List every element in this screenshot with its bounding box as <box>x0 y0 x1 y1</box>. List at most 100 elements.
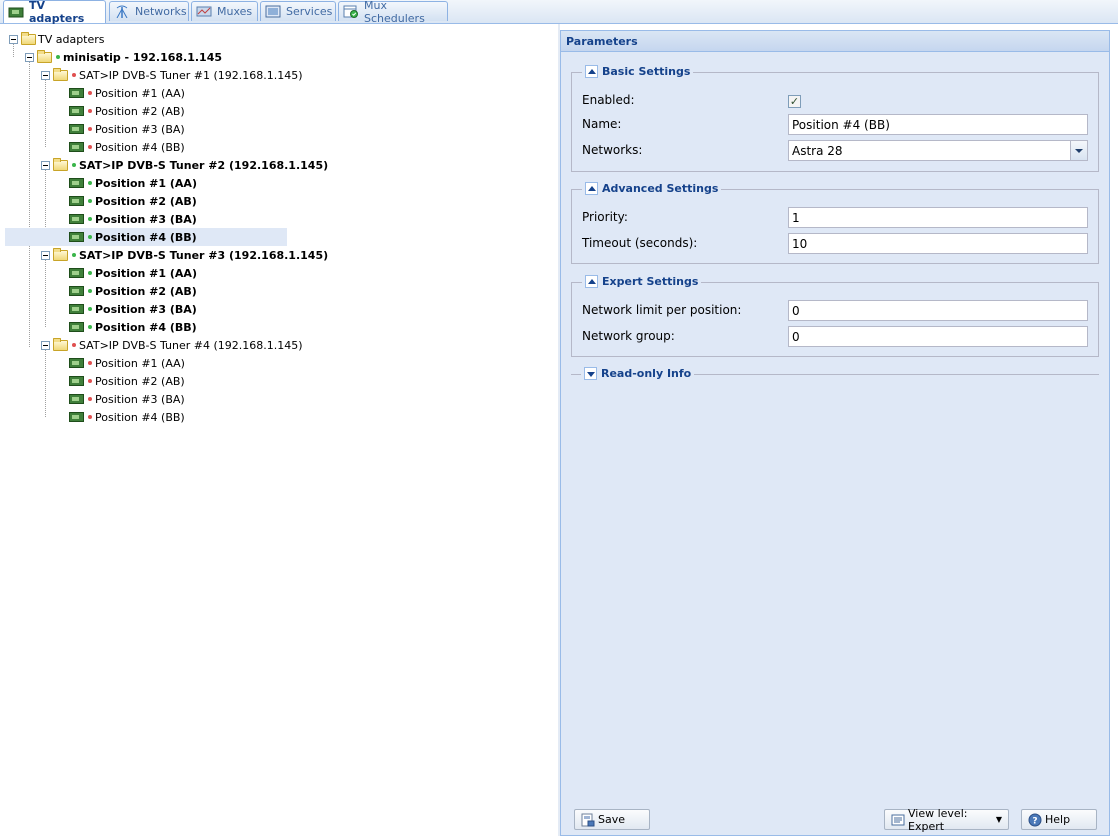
save-button[interactable]: Save <box>574 809 650 830</box>
tree-tuner-4[interactable]: SAT>IP DVB-S Tuner #4 (192.168.1.145) <box>41 336 303 354</box>
view-level-button[interactable]: View level: Expert ▼ <box>884 806 1009 833</box>
advanced-settings-legend: Advanced Settings <box>582 182 722 195</box>
legend-label: Advanced Settings <box>602 182 719 195</box>
status-dot-icon <box>88 109 92 113</box>
network-group-input[interactable] <box>788 326 1088 347</box>
tree-position[interactable]: Position #2 (AB) <box>69 372 185 390</box>
tree-position[interactable]: Position #1 (AA) <box>69 354 185 372</box>
tab-label: Muxes <box>217 5 253 18</box>
status-dot-icon <box>88 217 92 221</box>
adapter-card-icon <box>69 232 84 242</box>
tree-node-label: Position #1 (AA) <box>95 266 197 280</box>
collapse-icon[interactable] <box>25 52 34 62</box>
tree-position[interactable]: Position #3 (BA) <box>69 120 185 138</box>
tree-node-label: Position #4 (BB) <box>95 140 185 154</box>
status-dot-icon <box>72 343 76 347</box>
tab-networks[interactable]: Networks <box>109 1 189 21</box>
tree-position[interactable]: Position #3 (BA) <box>69 390 185 408</box>
tree-guide <box>45 349 46 417</box>
folder-icon <box>53 247 68 261</box>
adapter-card-icon <box>69 178 84 188</box>
tab-services[interactable]: Services <box>260 1 336 21</box>
tab-mux-schedulers[interactable]: Mux Schedulers <box>338 0 448 25</box>
help-button[interactable]: ? Help <box>1021 809 1097 830</box>
status-dot-icon <box>88 127 92 131</box>
adapter-tree: TV adapters minisatip - 192.168.1.145 SA… <box>0 24 558 836</box>
readonly-info-legend[interactable]: Read-only Info <box>581 367 695 380</box>
tab-tv-adapters[interactable]: TV adapters <box>3 0 106 25</box>
timeout-input[interactable] <box>788 233 1088 254</box>
tree-position[interactable]: Position #4 (BB) <box>69 138 185 156</box>
tree-position[interactable]: Position #1 (AA) <box>69 264 197 282</box>
tree-position[interactable]: Position #3 (BA) <box>69 210 197 228</box>
adapter-card-icon <box>69 106 84 116</box>
tree-node-label: Position #4 (BB) <box>95 320 197 334</box>
expand-down-icon[interactable] <box>584 367 597 380</box>
enabled-label: Enabled: <box>582 93 635 107</box>
basic-settings-legend: Basic Settings <box>582 65 694 78</box>
tree-node-label: Position #3 (BA) <box>95 122 185 136</box>
muxes-icon <box>196 5 212 18</box>
tree-position[interactable]: Position #2 (AB) <box>69 192 197 210</box>
status-dot-icon <box>88 235 92 239</box>
tree-position[interactable]: Position #1 (AA) <box>69 174 197 192</box>
adapter-card-icon <box>69 142 84 152</box>
tree-position[interactable]: Position #4 (BB) <box>69 318 197 336</box>
name-label: Name: <box>582 117 622 131</box>
adapter-card-icon <box>69 196 84 206</box>
tree-position[interactable]: Position #1 (AA) <box>69 84 185 102</box>
adapter-card-icon <box>69 88 84 98</box>
tab-label: Networks <box>135 5 187 18</box>
antenna-icon <box>114 5 130 19</box>
folder-icon <box>53 337 68 351</box>
networks-combo[interactable]: Astra 28 <box>788 140 1088 161</box>
tree-node-label: Position #2 (AB) <box>95 374 185 388</box>
expert-settings-fieldset: Expert Settings Network limit per positi… <box>571 275 1099 357</box>
button-label: Save <box>598 813 626 826</box>
adapter-card-icon <box>69 214 84 224</box>
tree-position[interactable]: Position #2 (AB) <box>69 282 197 300</box>
collapse-icon[interactable] <box>41 340 50 350</box>
status-dot-icon <box>88 289 92 293</box>
tree-node-label: SAT>IP DVB-S Tuner #2 (192.168.1.145) <box>79 158 329 172</box>
dropdown-arrow-icon[interactable] <box>1070 141 1087 160</box>
priority-input[interactable] <box>788 207 1088 228</box>
tv-adapter-icon <box>8 6 24 19</box>
tree-tuner-3[interactable]: SAT>IP DVB-S Tuner #3 (192.168.1.145) <box>41 246 328 264</box>
tab-label: Services <box>286 5 333 18</box>
collapse-icon[interactable] <box>41 70 50 80</box>
tree-position[interactable]: Position #2 (AB) <box>69 102 185 120</box>
collapse-icon[interactable] <box>9 34 18 44</box>
tree-position-selected[interactable]: Position #4 (BB) <box>5 228 287 246</box>
tree-root[interactable]: TV adapters <box>9 30 105 48</box>
services-icon <box>265 5 281 18</box>
network-limit-input[interactable] <box>788 300 1088 321</box>
tree-position[interactable]: Position #3 (BA) <box>69 300 197 318</box>
button-label: View level: Expert <box>908 806 968 833</box>
name-input[interactable] <box>788 114 1088 135</box>
status-dot-icon <box>72 253 76 257</box>
adapter-card-icon <box>69 358 84 368</box>
enabled-checkbox[interactable]: ✓ <box>788 95 801 108</box>
tree-tuner-2[interactable]: SAT>IP DVB-S Tuner #2 (192.168.1.145) <box>41 156 328 174</box>
tree-guide <box>45 259 46 327</box>
status-dot-icon <box>88 325 92 329</box>
view-level-icon <box>891 813 905 827</box>
collapse-up-icon[interactable] <box>585 182 598 195</box>
priority-label: Priority: <box>582 210 628 224</box>
legend-label: Read-only Info <box>601 367 692 380</box>
collapse-up-icon[interactable] <box>585 65 598 78</box>
adapter-card-icon <box>69 304 84 314</box>
tree-position[interactable]: Position #4 (BB) <box>69 408 185 426</box>
collapse-icon[interactable] <box>41 250 50 260</box>
tree-tuner-1[interactable]: SAT>IP DVB-S Tuner #1 (192.168.1.145) <box>41 66 303 84</box>
button-label: Help <box>1045 813 1071 826</box>
collapse-icon[interactable] <box>41 160 50 170</box>
collapse-up-icon[interactable] <box>585 275 598 288</box>
status-dot-icon <box>88 397 92 401</box>
legend-label: Expert Settings <box>602 275 699 288</box>
status-dot-icon <box>88 307 92 311</box>
menu-arrow-icon: ▼ <box>995 815 1002 824</box>
tab-muxes[interactable]: Muxes <box>191 1 258 21</box>
tree-device[interactable]: minisatip - 192.168.1.145 <box>25 48 222 66</box>
